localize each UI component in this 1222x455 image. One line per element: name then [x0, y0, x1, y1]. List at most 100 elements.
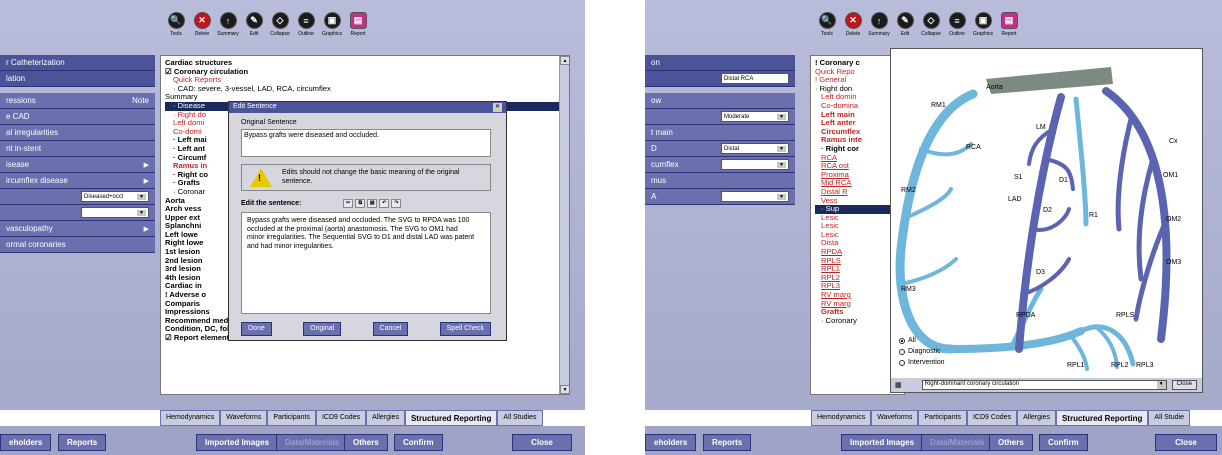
tab-allergies[interactable]: Allergies [366, 410, 405, 426]
note-label[interactable]: Note [132, 96, 149, 105]
diagram-close-button[interactable]: Close [1171, 380, 1197, 390]
cut-icon[interactable]: ✂ [343, 198, 354, 208]
original-button[interactable]: Original [303, 322, 342, 336]
confirm-button[interactable]: Confirm [394, 434, 443, 451]
confirm-button[interactable]: Confirm [1039, 434, 1088, 451]
close-button[interactable]: Close [512, 434, 572, 451]
nav-item[interactable]: on [645, 55, 795, 71]
nav-item[interactable]: r Catheterization [0, 55, 155, 71]
label-d3[interactable]: D3 [1036, 269, 1045, 276]
label-d2[interactable]: D2 [1043, 207, 1052, 214]
nav-item[interactable]: mus [645, 173, 795, 189]
label-om3[interactable]: OM3 [1166, 259, 1181, 266]
placeholders-button[interactable]: eholders [0, 434, 52, 451]
label-rpl3[interactable]: RPL3 [1136, 362, 1154, 369]
reports-button[interactable]: Reports [703, 434, 752, 451]
label-rm3[interactable]: RM3 [901, 286, 916, 293]
undo-icon[interactable]: ↶ [379, 198, 390, 208]
toolbar-graphics-button[interactable]: ▣ Graphics [973, 12, 993, 37]
others-button[interactable]: Others [989, 434, 1033, 451]
tab-icd9-codes[interactable]: ICD9 Codes [966, 410, 1018, 426]
segment-select[interactable]: Distal ▼ [721, 143, 789, 154]
tab-icd9-codes[interactable]: ICD9 Codes [315, 410, 367, 426]
toolbar-delete-button[interactable]: ✕ Delete [192, 12, 212, 37]
label-r1[interactable]: R1 [1089, 212, 1098, 219]
tab-participants[interactable]: Participants [267, 410, 316, 426]
close-icon[interactable]: ✕ [493, 103, 502, 112]
tab-allergies[interactable]: Allergies [1017, 410, 1056, 426]
spell-check-button[interactable]: Spell Check [439, 322, 491, 336]
empty-select[interactable]: ▼ [81, 207, 149, 218]
nav-item[interactable]: t main [645, 125, 795, 141]
label-lad[interactable]: LAD [1008, 196, 1022, 203]
toolbar-tools-button[interactable]: 🔍 Tools [166, 12, 186, 37]
circumflex-select[interactable]: ▼ [721, 159, 789, 170]
tab-all-studie[interactable]: All Studie [1148, 410, 1190, 426]
redo-icon[interactable]: ↷ [391, 198, 402, 208]
nav-item[interactable]: isease ▶ [0, 157, 155, 173]
severity-select[interactable]: Moderate ▼ [721, 111, 789, 122]
scrollbar[interactable]: ▲ ▼ [559, 56, 569, 394]
radio-all[interactable]: All [899, 337, 916, 344]
imported-images-button[interactable]: Imported Images [196, 434, 279, 451]
placeholders-button[interactable]: eholders [645, 434, 697, 451]
nav-item[interactable]: ressions Note [0, 93, 155, 109]
label-s1[interactable]: S1 [1014, 174, 1023, 181]
toolbar-edit-button[interactable]: ✎ Edit [895, 12, 915, 37]
toolbar-summary-button[interactable]: ↑ Summary [217, 12, 239, 37]
imported-images-button[interactable]: Imported Images [841, 434, 924, 451]
tab-hemodynamics[interactable]: Hemodynamics [811, 410, 872, 426]
toolbar-outline-button[interactable]: ≡ Outline [947, 12, 967, 37]
toolbar-report-button[interactable]: ▤ Report [348, 12, 368, 37]
nav-item[interactable]: ow [645, 93, 795, 109]
close-button[interactable]: Close [1155, 434, 1217, 451]
label-rpls[interactable]: RPLS [1116, 312, 1135, 319]
radio-intervention[interactable]: Intervention [899, 359, 945, 366]
label-lm[interactable]: LM [1036, 124, 1046, 131]
toolbar-report-button[interactable]: ▤ Report [999, 12, 1019, 37]
toolbar-summary-button[interactable]: ↑ Summary [868, 12, 890, 37]
grid-icon[interactable]: ▦ [895, 381, 902, 389]
toolbar-collapse-button[interactable]: ◇ Collapse [921, 12, 941, 37]
others-button[interactable]: Others [344, 434, 388, 451]
location-select[interactable]: Distal RCA [721, 73, 789, 84]
rca-select[interactable]: ▼ [721, 191, 789, 202]
toolbar-collapse-button[interactable]: ◇ Collapse [270, 12, 290, 37]
copy-icon[interactable]: ⧉ [355, 198, 366, 208]
nav-item[interactable]: ircumflex disease ▶ [0, 173, 155, 189]
circulation-select[interactable]: Right-dominant coronary circulation ▼ [921, 380, 1167, 390]
cancel-button[interactable]: Cancel [372, 322, 409, 336]
label-rpda[interactable]: RPDA [1016, 312, 1036, 319]
label-cx[interactable]: Cx [1169, 138, 1178, 145]
toolbar-graphics-button[interactable]: ▣ Graphics [322, 12, 342, 37]
label-rpl1[interactable]: RPL1 [1067, 362, 1085, 369]
toolbar-delete-button[interactable]: ✕ Delete [843, 12, 863, 37]
tab-participants[interactable]: Participants [918, 410, 967, 426]
scroll-up-icon[interactable]: ▲ [560, 56, 569, 65]
scroll-down-icon[interactable]: ▼ [560, 385, 569, 394]
tab-waveforms[interactable]: Waveforms [220, 410, 268, 426]
coronary-artery-diagram[interactable]: Aorta RM1 LM Cx RCA S1 D1 OM1 RM2 LAD D2… [891, 49, 1202, 379]
nav-item[interactable]: lation [0, 71, 155, 87]
radio-diagnostic[interactable]: Diagnostic [899, 348, 941, 355]
label-rm2[interactable]: RM2 [901, 187, 916, 194]
label-rca[interactable]: RCA [966, 144, 981, 151]
nav-item[interactable]: e CAD [0, 109, 155, 125]
label-rm1[interactable]: RM1 [931, 102, 946, 109]
tab-structured-reporting[interactable]: Structured Reporting [404, 410, 498, 426]
reports-button[interactable]: Reports [58, 434, 107, 451]
label-om2[interactable]: OM2 [1166, 216, 1181, 223]
nav-item[interactable]: nt in-stent [0, 141, 155, 157]
nav-item[interactable]: vasculopathy ▶ [0, 221, 155, 237]
label-rpl2[interactable]: RPL2 [1111, 362, 1129, 369]
nav-item[interactable]: al irregularities [0, 125, 155, 141]
edit-sentence-textarea[interactable]: Bypass grafts were diseased and occluded… [241, 212, 491, 314]
nav-item[interactable]: ormal coronaries [0, 237, 155, 253]
tab-waveforms[interactable]: Waveforms [871, 410, 919, 426]
label-d1[interactable]: D1 [1059, 177, 1068, 184]
label-om1[interactable]: OM1 [1163, 172, 1178, 179]
toolbar-tools-button[interactable]: 🔍 Tools [817, 12, 837, 37]
tab-all-studies[interactable]: All Studies [497, 410, 543, 426]
done-button[interactable]: Done [241, 322, 272, 336]
paste-icon[interactable]: ▤ [367, 198, 378, 208]
